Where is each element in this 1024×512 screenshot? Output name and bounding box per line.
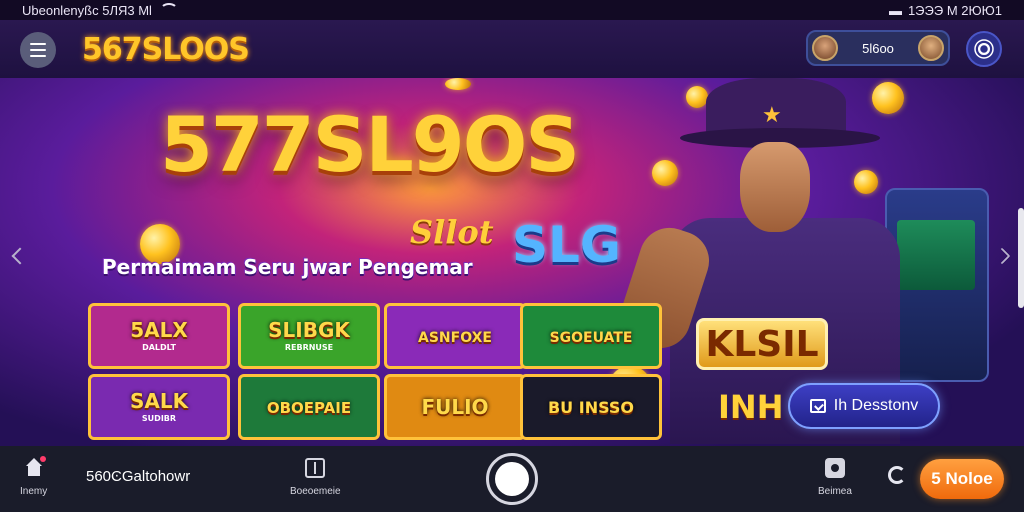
- camera-icon: [824, 458, 845, 478]
- cta-label: Ih Desstonv: [833, 397, 919, 414]
- refresh-icon[interactable]: [888, 466, 906, 484]
- settings-button[interactable]: [966, 31, 1002, 67]
- hamburger-icon: [30, 43, 46, 45]
- game-tile-title: BU INSSO: [547, 397, 635, 417]
- game-tile[interactable]: ASNFOXE: [384, 303, 526, 369]
- bottom-nav: Inemy 560ϾGaltohowr Boeoemeie Beimea 5 N…: [0, 446, 1024, 512]
- balance-text: 5l6oo: [862, 40, 894, 56]
- game-tile-title: SGOEUATE: [549, 329, 633, 346]
- nav-home-label: Inemy: [20, 486, 48, 497]
- scrollbar[interactable]: [1018, 208, 1024, 308]
- coin-decoration: [445, 78, 471, 90]
- nav-camera-label: Beimea: [818, 486, 852, 497]
- game-tile-title: 5ALX: [130, 318, 188, 342]
- status-bar: Ubeonlenyßc 5ЛЯ3 Ml ▬ 1ЭЭЭ M 2ЮЮ1: [0, 0, 1024, 20]
- slot-label: Sllot: [410, 213, 494, 251]
- chevron-left-icon[interactable]: [11, 247, 29, 265]
- promo-banner[interactable]: 577SL9OS Sllot SLG Permaimam Seru jwar P…: [0, 78, 1024, 446]
- game-tile[interactable]: BU INSSO: [520, 374, 662, 440]
- gear-icon: [978, 43, 990, 55]
- book-icon: [305, 458, 326, 478]
- nav-camera[interactable]: Beimea: [818, 458, 852, 497]
- game-tile[interactable]: OBOEPAIE: [238, 374, 380, 440]
- banner-title: 577SL9OS: [160, 100, 580, 189]
- game-tile-title: OBOEPAIE: [266, 398, 352, 417]
- clock-text: 1ЭЭЭ M 2ЮЮ1: [907, 2, 1002, 18]
- game-tile[interactable]: SLIBGK REBRNUSE: [238, 303, 380, 369]
- username-text: 560ϾGaltohowr: [86, 468, 191, 485]
- game-tile-subtitle: REBRNUSE: [284, 343, 334, 352]
- nav-bonus[interactable]: Boeoemeie: [290, 458, 341, 497]
- game-tile[interactable]: SALK SUDIBR: [88, 374, 230, 440]
- game-tile-subtitle: SUDIBR: [141, 414, 177, 423]
- game-tile[interactable]: 5ALX DALDLT: [88, 303, 230, 369]
- home-icon: [24, 456, 46, 476]
- hero-badge-secondary: INH: [718, 388, 784, 426]
- menu-button[interactable]: [20, 32, 56, 68]
- game-tile-title: SALK: [129, 389, 189, 413]
- join-button[interactable]: 5 Noloe: [920, 459, 1004, 499]
- carrier-text: Ubeonlenyßc 5ЛЯ3 Ml: [22, 2, 152, 18]
- game-tile-title: ASNFOXE: [418, 329, 492, 346]
- game-tile-title: FULIO: [421, 394, 489, 419]
- battery-icon: ▬: [888, 2, 902, 18]
- notification-dot: [39, 456, 46, 462]
- game-tile-title: SLIBGK: [268, 318, 350, 342]
- slg-label: SLG: [512, 216, 621, 274]
- game-tile[interactable]: FULIO: [384, 374, 526, 440]
- hero-badge: KLSIL: [696, 318, 828, 370]
- app-logo[interactable]: 567SLOOS: [82, 32, 250, 67]
- star-icon: ★: [762, 102, 782, 127]
- wifi-icon: [159, 3, 178, 17]
- nav-bonus-label: Boeoemeie: [290, 486, 341, 497]
- home-button[interactable]: [486, 453, 538, 505]
- nav-home[interactable]: Inemy: [20, 456, 48, 497]
- top-bar: 567SLOOS 5l6oo: [0, 20, 1024, 78]
- cta-button[interactable]: Ih Desstonv: [788, 383, 940, 429]
- banner-tagline: Permaimam Seru jwar Pengemar: [102, 255, 473, 279]
- game-tile[interactable]: SGOEUATE: [520, 303, 662, 369]
- account-widget[interactable]: 5l6oo: [806, 30, 950, 66]
- checkbox-icon: [809, 399, 826, 413]
- chevron-right-icon[interactable]: [993, 247, 1011, 265]
- avatar-secondary[interactable]: [918, 35, 944, 61]
- avatar[interactable]: [812, 35, 838, 61]
- game-tile-subtitle: DALDLT: [142, 343, 176, 352]
